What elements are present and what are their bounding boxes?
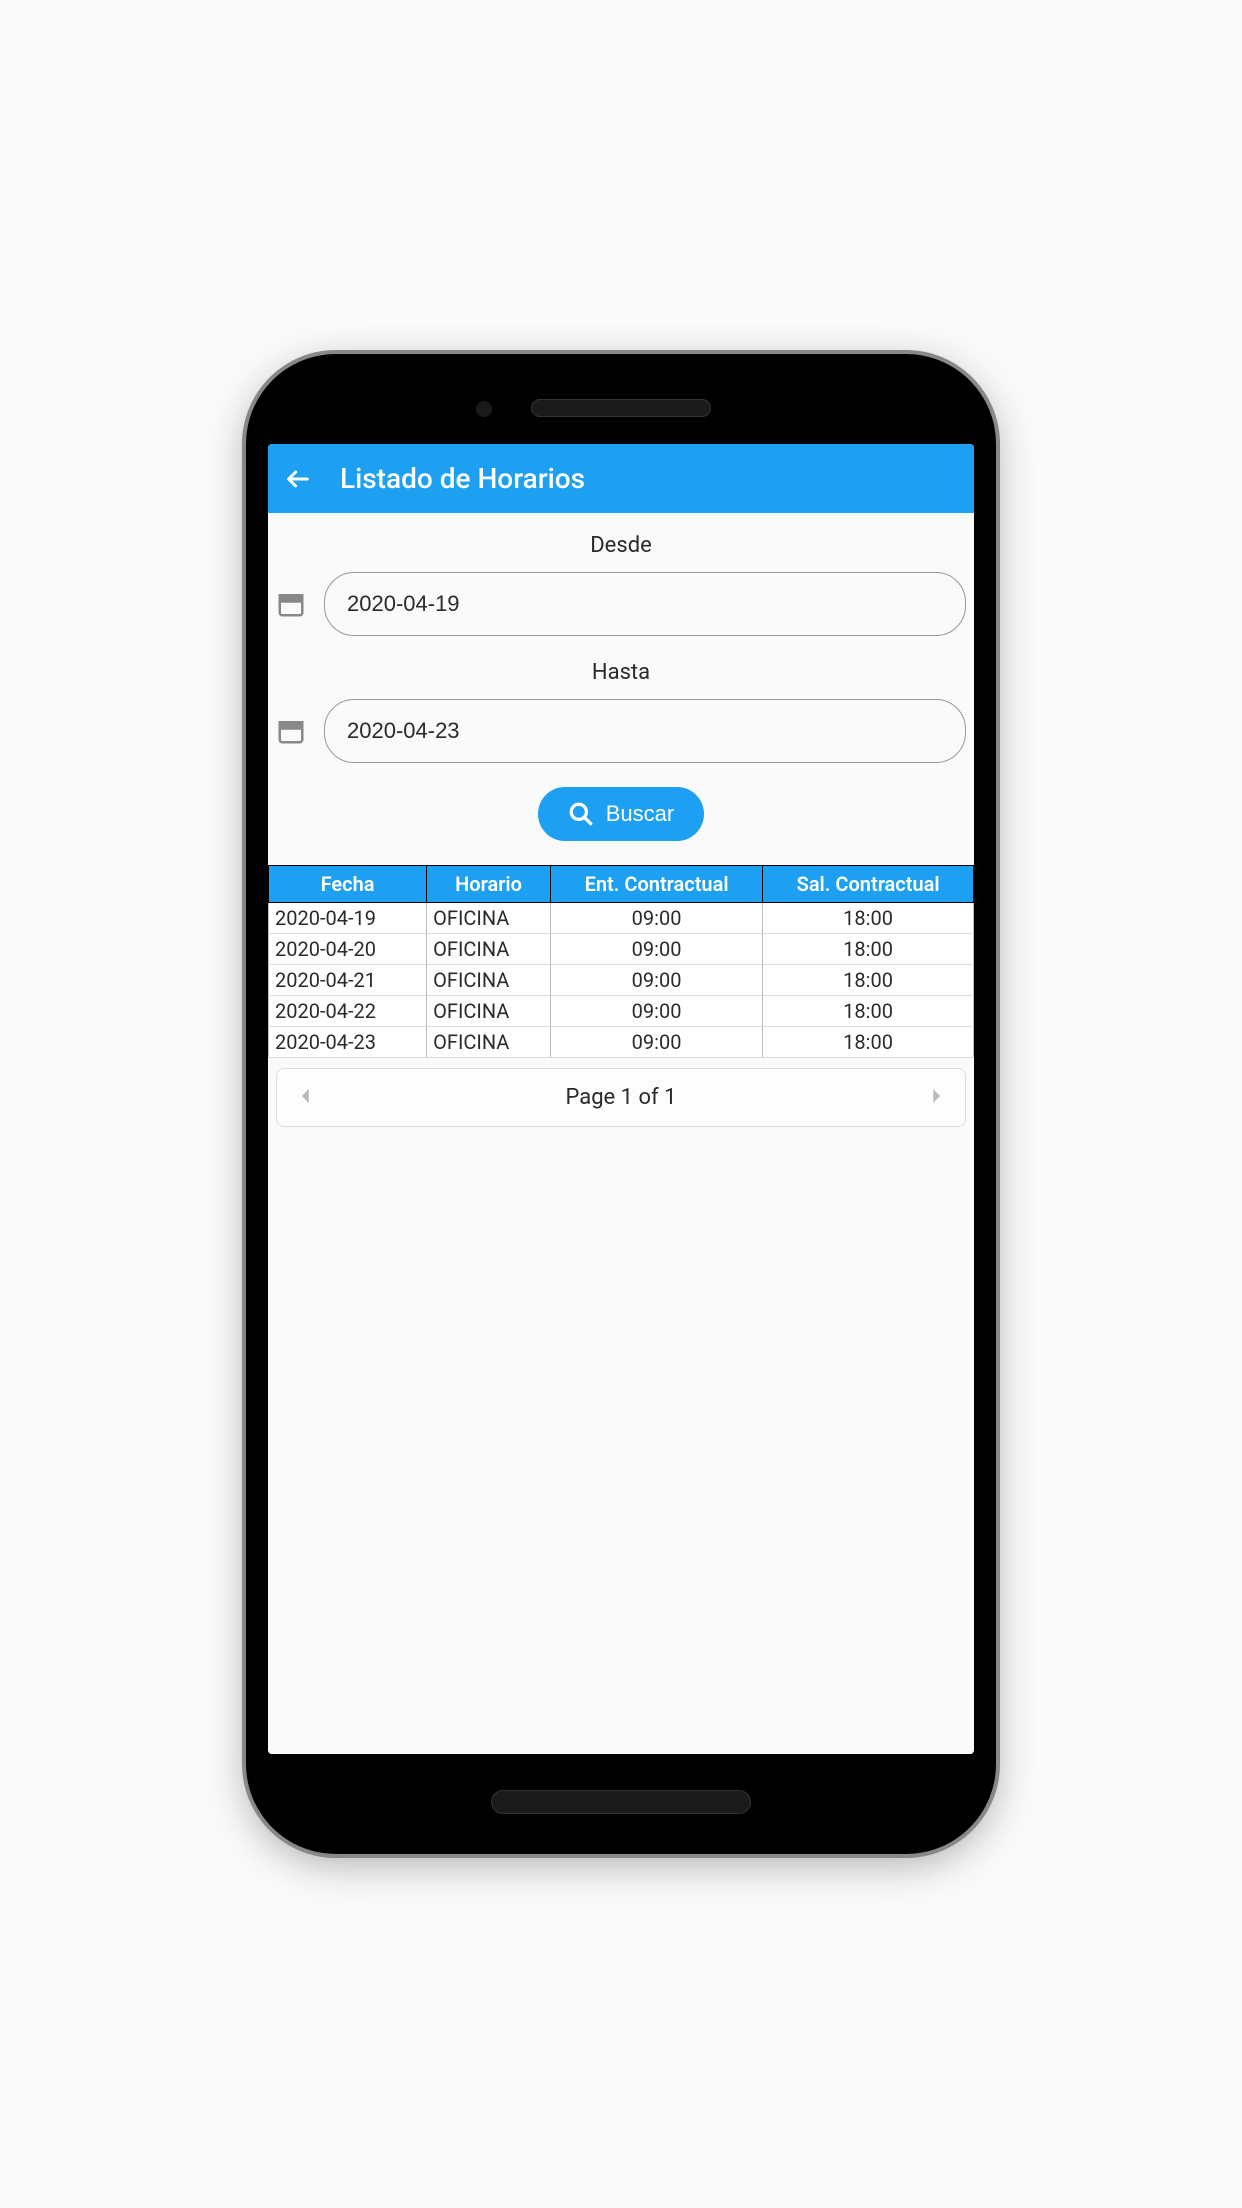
search-button-label: Buscar — [606, 801, 674, 827]
pager-text: Page 1 of 1 — [565, 1085, 676, 1110]
pager-next-button[interactable] — [929, 1087, 943, 1108]
cell-horario: OFICINA — [427, 934, 551, 965]
table-row[interactable]: 2020-04-20OFICINA09:0018:00 — [269, 934, 974, 965]
cell-sal: 18:00 — [763, 965, 974, 996]
table-row[interactable]: 2020-04-19OFICINA09:0018:00 — [269, 903, 974, 934]
app-screen: Listado de Horarios Desde Hasta — [268, 444, 974, 1754]
cell-ent: 09:00 — [550, 996, 762, 1027]
cell-sal: 18:00 — [763, 1027, 974, 1058]
search-icon — [568, 801, 594, 827]
to-date-label: Hasta — [592, 660, 650, 685]
cell-horario: OFICINA — [427, 903, 551, 934]
col-fecha: Fecha — [269, 866, 427, 903]
col-ent: Ent. Contractual — [550, 866, 762, 903]
pager-prev-button[interactable] — [299, 1087, 313, 1108]
table-header-row: Fecha Horario Ent. Contractual Sal. Cont… — [269, 866, 974, 903]
cell-horario: OFICINA — [427, 996, 551, 1027]
cell-fecha: 2020-04-21 — [269, 965, 427, 996]
chevron-right-icon — [929, 1089, 943, 1103]
page-title: Listado de Horarios — [340, 462, 585, 495]
cell-sal: 18:00 — [763, 934, 974, 965]
cell-fecha: 2020-04-19 — [269, 903, 427, 934]
phone-speaker — [531, 399, 711, 417]
chevron-left-icon — [299, 1089, 313, 1103]
schedule-table: Fecha Horario Ent. Contractual Sal. Cont… — [268, 865, 974, 1058]
cell-ent: 09:00 — [550, 934, 762, 965]
cell-fecha: 2020-04-22 — [269, 996, 427, 1027]
from-date-label: Desde — [590, 533, 652, 558]
col-sal: Sal. Contractual — [763, 866, 974, 903]
table-row[interactable]: 2020-04-21OFICINA09:0018:00 — [269, 965, 974, 996]
app-bar: Listado de Horarios — [268, 444, 974, 513]
search-button[interactable]: Buscar — [538, 787, 704, 841]
phone-frame: Listado de Horarios Desde Hasta — [246, 354, 996, 1854]
from-date-group: Desde — [268, 533, 974, 636]
pager: Page 1 of 1 — [276, 1068, 966, 1127]
cell-fecha: 2020-04-23 — [269, 1027, 427, 1058]
phone-camera — [476, 401, 492, 417]
calendar-icon — [276, 716, 306, 746]
table-row[interactable]: 2020-04-22OFICINA09:0018:00 — [269, 996, 974, 1027]
cell-fecha: 2020-04-20 — [269, 934, 427, 965]
col-horario: Horario — [427, 866, 551, 903]
to-date-group: Hasta — [268, 660, 974, 763]
cell-ent: 09:00 — [550, 903, 762, 934]
cell-horario: OFICINA — [427, 1027, 551, 1058]
from-date-input[interactable] — [324, 572, 966, 636]
from-date-row — [268, 572, 974, 636]
arrow-left-icon — [284, 465, 312, 493]
calendar-icon — [276, 589, 306, 619]
to-date-row — [268, 699, 974, 763]
cell-sal: 18:00 — [763, 996, 974, 1027]
cell-horario: OFICINA — [427, 965, 551, 996]
back-button[interactable] — [284, 465, 312, 493]
to-date-input[interactable] — [324, 699, 966, 763]
phone-home — [491, 1790, 751, 1814]
table-row[interactable]: 2020-04-23OFICINA09:0018:00 — [269, 1027, 974, 1058]
content-area: Desde Hasta — [268, 513, 974, 1754]
cell-ent: 09:00 — [550, 1027, 762, 1058]
cell-ent: 09:00 — [550, 965, 762, 996]
cell-sal: 18:00 — [763, 903, 974, 934]
